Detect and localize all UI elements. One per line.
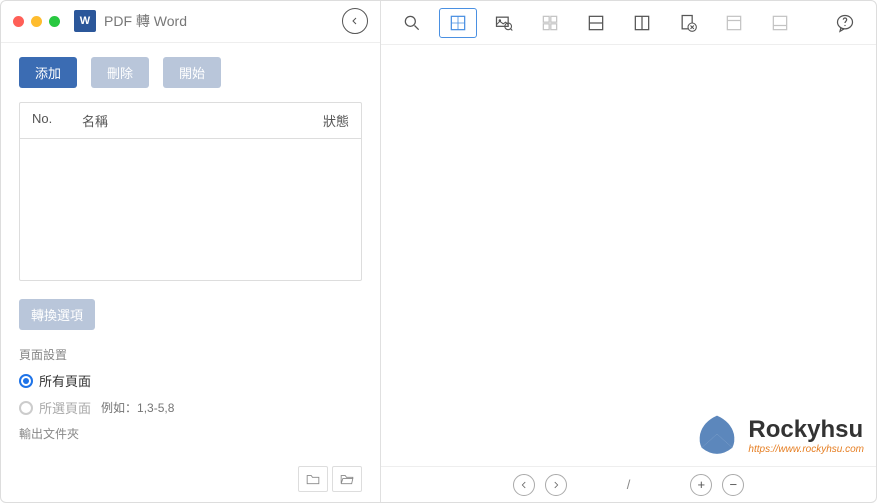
grid-view-button[interactable] bbox=[531, 8, 569, 38]
layout-a-icon bbox=[724, 13, 744, 33]
watermark-url: https://www.rockyhsu.com bbox=[748, 444, 864, 455]
radio-all-pages[interactable] bbox=[19, 374, 33, 388]
layout-b-button[interactable] bbox=[761, 8, 799, 38]
file-table: No. 名稱 狀態 bbox=[19, 102, 362, 281]
layout-b-icon bbox=[770, 13, 790, 33]
watermark-logo-icon bbox=[694, 411, 740, 460]
right-panel: Rockyhsu https://www.rockyhsu.com / + − bbox=[381, 1, 876, 502]
page-navigation: / + − bbox=[381, 466, 876, 502]
image-zoom-button[interactable] bbox=[485, 8, 523, 38]
all-pages-radio-row[interactable]: 所有頁面 bbox=[19, 371, 362, 390]
grid-icon bbox=[540, 13, 560, 33]
zoom-in-button[interactable]: + bbox=[690, 474, 712, 496]
maximize-window-button[interactable] bbox=[49, 16, 60, 27]
plus-icon: + bbox=[698, 477, 706, 492]
all-pages-label: 所有頁面 bbox=[39, 371, 91, 390]
preview-toolbar bbox=[381, 1, 876, 45]
prev-page-button[interactable] bbox=[513, 474, 535, 496]
page-remove-button[interactable] bbox=[669, 8, 707, 38]
options-section: 轉換選項 頁面設置 所有頁面 所選頁面 輸出文件夾 bbox=[1, 281, 380, 460]
zoom-out-button[interactable]: − bbox=[722, 474, 744, 496]
app-window: PDF 轉 Word 添加 刪除 開始 No. 名稱 狀態 轉換選項 頁面設置 … bbox=[0, 0, 877, 503]
close-window-button[interactable] bbox=[13, 16, 24, 27]
start-button[interactable]: 開始 bbox=[163, 57, 221, 88]
image-zoom-icon bbox=[494, 13, 514, 33]
arrow-left-icon bbox=[349, 15, 361, 27]
word-icon bbox=[74, 10, 96, 32]
titlebar: PDF 轉 Word bbox=[1, 1, 380, 43]
zoom-tool-button[interactable] bbox=[393, 8, 431, 38]
back-button[interactable] bbox=[342, 8, 368, 34]
split-horizontal-button[interactable] bbox=[577, 8, 615, 38]
magnifier-icon bbox=[402, 13, 422, 33]
page-separator: / bbox=[627, 477, 631, 492]
add-button[interactable]: 添加 bbox=[19, 57, 77, 88]
traffic-lights bbox=[13, 16, 60, 27]
help-icon bbox=[835, 13, 855, 33]
preview-area: Rockyhsu https://www.rockyhsu.com bbox=[381, 45, 876, 466]
chevron-right-icon bbox=[551, 480, 561, 490]
help-button[interactable] bbox=[826, 8, 864, 38]
open-folder-button[interactable] bbox=[332, 466, 362, 492]
split-h-icon bbox=[586, 13, 606, 33]
split-vertical-button[interactable] bbox=[623, 8, 661, 38]
col-status: 狀態 bbox=[289, 111, 349, 130]
table-header: No. 名稱 狀態 bbox=[20, 103, 361, 139]
split-v-icon bbox=[632, 13, 652, 33]
selected-pages-label: 所選頁面 bbox=[39, 398, 91, 417]
delete-button[interactable]: 刪除 bbox=[91, 57, 149, 88]
page-settings-label: 頁面設置 bbox=[19, 346, 362, 363]
watermark-name: Rockyhsu bbox=[748, 416, 864, 444]
fit-page-button[interactable] bbox=[439, 8, 477, 38]
browse-folder-button[interactable] bbox=[298, 466, 328, 492]
minimize-window-button[interactable] bbox=[31, 16, 42, 27]
watermark: Rockyhsu https://www.rockyhsu.com bbox=[694, 411, 864, 460]
selected-pages-radio-row[interactable]: 所選頁面 bbox=[19, 398, 362, 417]
next-page-button[interactable] bbox=[545, 474, 567, 496]
radio-selected-pages[interactable] bbox=[19, 401, 33, 415]
col-no: No. bbox=[32, 111, 82, 130]
folder-icon bbox=[306, 473, 320, 485]
window-title: PDF 轉 Word bbox=[104, 11, 334, 31]
fit-page-icon bbox=[448, 13, 468, 33]
convert-options-button[interactable]: 轉換選項 bbox=[19, 299, 95, 330]
chevron-left-icon bbox=[519, 480, 529, 490]
page-remove-icon bbox=[678, 13, 698, 33]
col-name: 名稱 bbox=[82, 111, 289, 130]
folder-buttons bbox=[1, 460, 380, 502]
action-buttons: 添加 刪除 開始 bbox=[1, 43, 380, 102]
layout-a-button[interactable] bbox=[715, 8, 753, 38]
page-range-input[interactable] bbox=[101, 401, 221, 415]
folder-open-icon bbox=[340, 473, 354, 485]
output-folder-label: 輸出文件夾 bbox=[19, 425, 362, 442]
left-panel: PDF 轉 Word 添加 刪除 開始 No. 名稱 狀態 轉換選項 頁面設置 … bbox=[1, 1, 381, 502]
minus-icon: − bbox=[730, 477, 738, 492]
